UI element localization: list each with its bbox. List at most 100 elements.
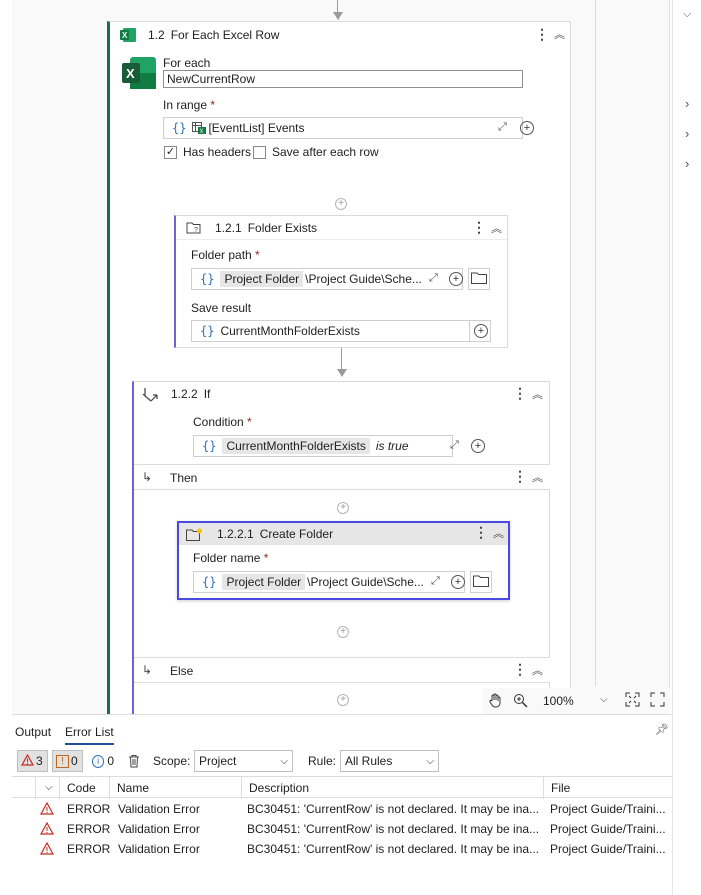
expand-editor-icon[interactable]: ⤢: [431, 575, 440, 588]
more-options-icon[interactable]: ⋮: [513, 468, 527, 485]
designer-canvas[interactable]: X 1.2 For Each Excel Row ⋮ ︽ X For each N…: [12, 0, 670, 715]
project-folder-chip: Project Folder: [220, 271, 304, 287]
expand-editor-icon[interactable]: ⤢: [498, 121, 507, 134]
more-options-icon[interactable]: ⋮: [513, 385, 527, 402]
chevron-down-icon[interactable]: ⌵: [683, 8, 691, 21]
messages-filter-button[interactable]: i 0: [88, 750, 118, 772]
if-activity[interactable]: 1.2.2 If ⋮ ︽ Condition * {} CurrentMonthF…: [132, 381, 550, 715]
folder-path-input[interactable]: {} Project Folder \Project Guide\Sche...: [191, 268, 463, 290]
add-activity-icon[interactable]: +: [337, 694, 349, 706]
plus-menu-icon[interactable]: +: [449, 272, 463, 286]
save-result-label: Save result: [191, 301, 252, 315]
in-range-value: [EventList] Events: [208, 121, 305, 135]
activity-title: Create Folder: [259, 527, 334, 541]
row-name: Validation Error: [118, 802, 200, 816]
folder-name-input[interactable]: {} Project Folder \Project Guide\Sche...: [193, 571, 465, 593]
plus-menu-icon[interactable]: +: [474, 324, 488, 338]
fit-to-screen-icon[interactable]: [625, 692, 640, 710]
save-after-each-row-checkbox[interactable]: [253, 146, 266, 159]
in-range-input[interactable]: {} X [EventList] Events: [163, 117, 523, 139]
error-list-panel: Output Error List 📌︎ 3 ! 0 i 0 Scope: Pr…: [12, 714, 672, 895]
zoom-in-icon[interactable]: [513, 693, 528, 711]
warnings-filter-button[interactable]: ! 0: [52, 750, 83, 772]
for-each-variable-value: NewCurrentRow: [167, 72, 256, 86]
save-result-input[interactable]: {} CurrentMonthFolderExists: [191, 320, 491, 342]
excel-large-icon: X: [122, 57, 156, 89]
tab-error-list[interactable]: Error List: [65, 725, 114, 745]
table-row[interactable]: ERROR Validation Error BC30451: 'Current…: [12, 799, 672, 819]
folder-exists-activity[interactable]: ? 1.2.1 Folder Exists ⋮ ︽ Folder path * {…: [174, 215, 508, 348]
more-options-icon[interactable]: ⋮: [513, 661, 527, 678]
create-folder-header[interactable]: 1.2.2.1 Create Folder: [179, 523, 508, 545]
folder-exists-header[interactable]: ? 1.2.1 Folder Exists: [176, 216, 507, 240]
expand-editor-icon[interactable]: ⤢: [429, 272, 438, 285]
column-header-description[interactable]: Description: [242, 777, 544, 799]
for-each-excel-row-activity[interactable]: X 1.2 For Each Excel Row ⋮ ︽ X For each N…: [107, 21, 571, 715]
column-header-file[interactable]: File: [544, 777, 672, 799]
expand-editor-icon[interactable]: ⤢: [450, 439, 459, 452]
has-headers-checkbox[interactable]: ✓: [164, 146, 177, 159]
svg-text:X: X: [126, 66, 135, 81]
else-branch-header[interactable]: ↳ Else ⋮ ︽: [134, 657, 550, 683]
if-branch-icon: [142, 386, 160, 402]
full-screen-icon[interactable]: [650, 692, 665, 710]
sort-chevron-icon[interactable]: ⌵: [36, 777, 60, 799]
add-activity-icon[interactable]: +: [335, 198, 347, 210]
collapse-icon[interactable]: ︽: [532, 469, 543, 485]
row-description: BC30451: 'CurrentRow' is not declared. I…: [247, 842, 539, 856]
more-options-icon[interactable]: ⋮: [474, 524, 488, 541]
for-each-variable-input[interactable]: NewCurrentRow: [163, 70, 523, 88]
then-branch-header[interactable]: ↳ Then ⋮ ︽: [134, 464, 550, 490]
for-each-header[interactable]: X 1.2 For Each Excel Row: [110, 22, 570, 48]
more-options-icon[interactable]: ⋮: [472, 219, 486, 236]
row-file: Project Guide/Traini...: [550, 822, 666, 836]
chevron-down-icon: ⌵: [280, 755, 288, 767]
more-options-icon[interactable]: ⋮: [535, 26, 549, 43]
plus-menu-icon[interactable]: +: [520, 121, 534, 135]
table-row[interactable]: ERROR Validation Error BC30451: 'Current…: [12, 839, 672, 859]
column-header-code[interactable]: Code: [60, 777, 110, 799]
row-code: ERROR: [67, 842, 111, 856]
then-label: Then: [170, 471, 198, 485]
chevron-right-icon[interactable]: ›: [685, 126, 689, 141]
collapse-icon[interactable]: ︽: [491, 220, 502, 236]
svg-text:?: ?: [194, 227, 198, 234]
excel-range-icon: X: [192, 122, 207, 135]
rule-select[interactable]: All Rules ⌵: [340, 750, 439, 772]
trash-icon[interactable]: [128, 754, 140, 771]
field-divider: [469, 320, 470, 342]
plus-menu-icon[interactable]: +: [451, 575, 465, 589]
column-header-name[interactable]: Name: [110, 777, 242, 799]
has-headers-label: Has headers: [183, 145, 252, 159]
activity-number: 1.2.1: [215, 220, 242, 235]
add-activity-icon[interactable]: +: [337, 502, 349, 514]
collapse-icon[interactable]: ︽: [532, 662, 543, 678]
plus-menu-icon[interactable]: +: [471, 439, 485, 453]
browse-folder-button[interactable]: [468, 268, 490, 290]
row-description: BC30451: 'CurrentRow' is not declared. I…: [247, 802, 539, 816]
table-row[interactable]: ERROR Validation Error BC30451: 'Current…: [12, 819, 672, 839]
pin-icon[interactable]: 📌︎: [655, 723, 669, 736]
chevron-right-icon[interactable]: ›: [685, 156, 689, 171]
if-header[interactable]: 1.2.2 If: [134, 382, 549, 406]
zoom-dropdown-icon[interactable]: ⌵: [600, 694, 608, 705]
zoom-level[interactable]: 100%: [543, 694, 574, 708]
hand-pan-icon[interactable]: [488, 693, 503, 711]
activity-number: 1.2: [148, 28, 165, 42]
rule-value: All Rules: [345, 754, 393, 768]
browse-folder-button[interactable]: [470, 571, 492, 593]
condition-input[interactable]: {} CurrentMonthFolderExists is true: [193, 435, 453, 457]
collapse-icon[interactable]: ︽: [554, 26, 565, 42]
condition-operator: is true: [375, 439, 409, 453]
chevron-right-icon[interactable]: ›: [685, 96, 689, 111]
create-folder-activity[interactable]: 1.2.2.1 Create Folder ⋮ ︽ Folder name * {…: [177, 521, 510, 600]
scope-select[interactable]: Project ⌵: [194, 750, 293, 772]
add-activity-icon[interactable]: +: [337, 626, 349, 638]
errors-filter-button[interactable]: 3: [17, 750, 48, 772]
tab-output[interactable]: Output: [15, 725, 51, 739]
collapse-icon[interactable]: ︽: [532, 386, 543, 402]
activity-title: Folder Exists: [247, 220, 318, 235]
scope-value: Project: [199, 754, 237, 768]
folder-icon: [473, 575, 489, 590]
collapse-icon[interactable]: ︽: [493, 525, 504, 541]
